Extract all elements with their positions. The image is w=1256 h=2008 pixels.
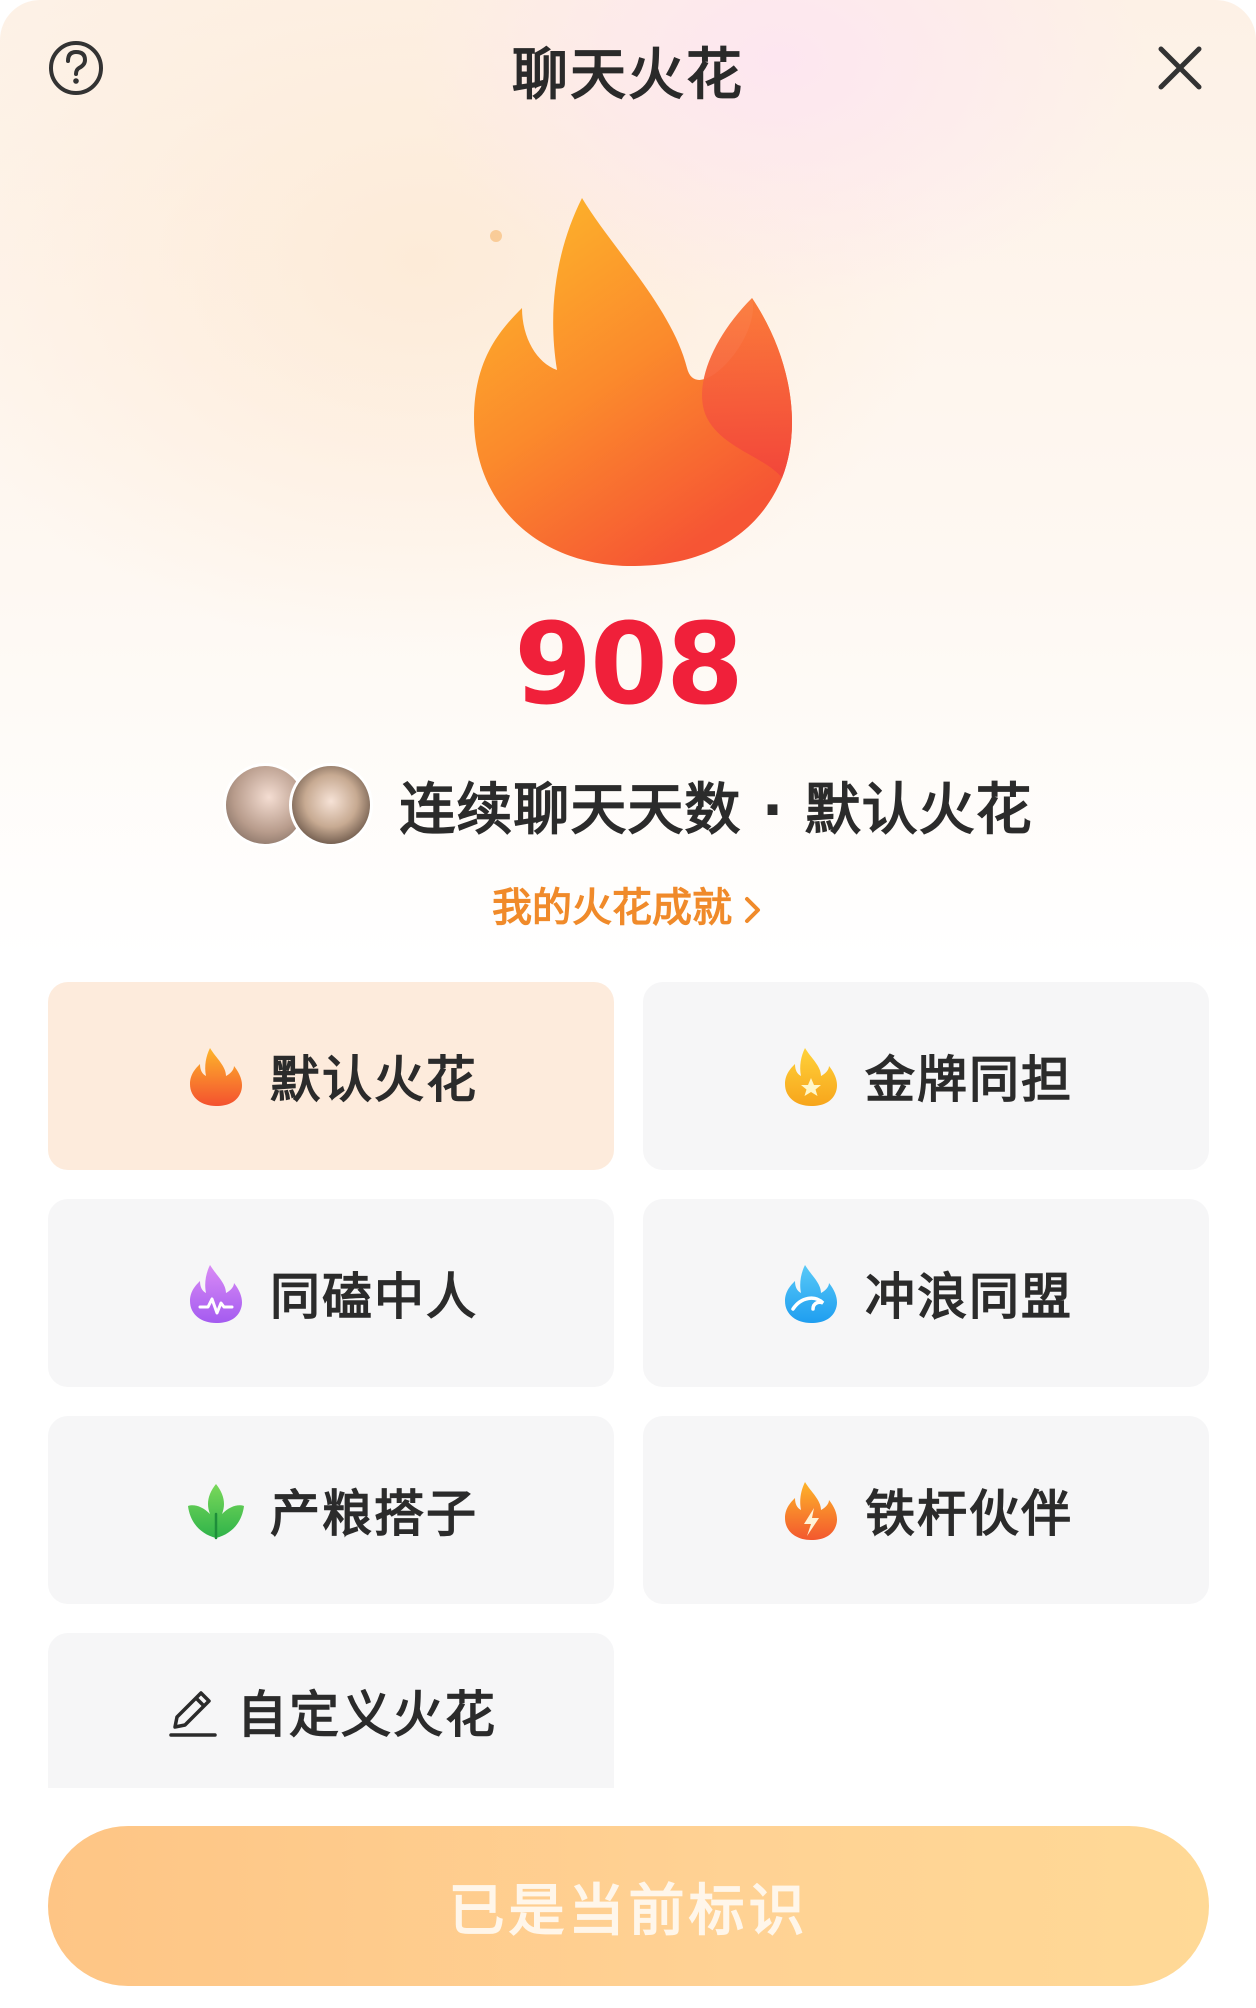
orange-flame-icon <box>190 1048 242 1106</box>
pencil-icon <box>169 1690 217 1737</box>
option-label: 金牌同担 <box>865 1051 1073 1109</box>
lightning-flame-icon <box>785 1482 837 1540</box>
option-content-buddy[interactable]: 产粮搭子 <box>48 1416 614 1604</box>
chevron-right-icon <box>745 897 760 923</box>
close-button[interactable] <box>1148 36 1212 100</box>
green-leaf-icon <box>188 1484 244 1540</box>
option-label: 自定义火花 <box>237 1685 497 1744</box>
purple-flame-icon <box>190 1265 242 1323</box>
spark-sheet: 聊天火花 908 连续聊天天数 · 默认火花 我的火花成就 默认火花 金牌同担 … <box>0 0 1256 2008</box>
option-label: 同磕中人 <box>270 1268 478 1326</box>
blue-wave-flame-icon <box>785 1265 837 1323</box>
gold-star-flame-icon <box>785 1048 837 1106</box>
option-custom-spark[interactable]: 自定义火花 <box>48 1633 614 1788</box>
apply-button[interactable]: 已是当前标识 <box>48 1826 1209 1986</box>
option-label: 默认火花 <box>270 1051 478 1109</box>
streak-description: 连续聊天天数 · 默认火花 <box>399 777 1033 843</box>
option-default-spark[interactable]: 默认火花 <box>48 982 614 1170</box>
close-icon <box>1158 46 1202 90</box>
avatar <box>289 763 374 847</box>
option-gold-fan[interactable]: 金牌同担 <box>643 982 1209 1170</box>
option-loyal-partner[interactable]: 铁杆伙伴 <box>643 1416 1209 1604</box>
streak-count: 908 <box>514 600 744 730</box>
page-title: 聊天火花 <box>512 43 744 108</box>
achievement-link[interactable]: 我的火花成就 <box>0 875 1256 933</box>
apply-button-label: 已是当前标识 <box>448 1878 809 1944</box>
option-surf-alliance[interactable]: 冲浪同盟 <box>643 1199 1209 1387</box>
option-label: 铁杆伙伴 <box>865 1485 1073 1543</box>
option-label: 产粮搭子 <box>270 1485 478 1543</box>
achievement-link-label: 我的火花成就 <box>492 885 732 931</box>
pair-row: 连续聊天天数 · 默认火花 <box>0 760 1256 850</box>
option-same-ship[interactable]: 同磕中人 <box>48 1199 614 1387</box>
avatar-group <box>223 761 379 849</box>
flame-icon <box>474 198 792 566</box>
option-label: 冲浪同盟 <box>865 1268 1073 1326</box>
